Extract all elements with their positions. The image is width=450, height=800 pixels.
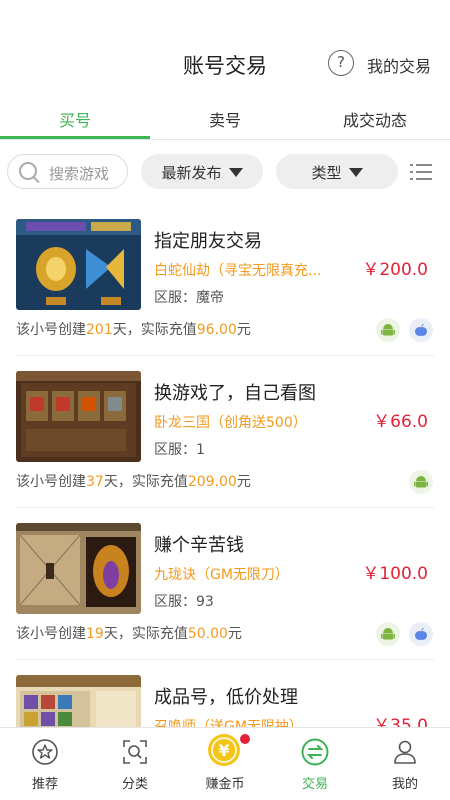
android-icon (376, 318, 400, 342)
listing-title: 成品号，低价处理 (154, 687, 298, 708)
game-screenshot (16, 371, 141, 462)
listing-item[interactable]: 指定朋友交易 白蛇仙劫（寻宝无限真充... ￥200.0 区服：魔帝 该小号创建… (0, 205, 450, 357)
account-days: 37 (86, 474, 104, 490)
listing-title: 赚个辛苦钱 (154, 535, 244, 556)
caret-down-icon (348, 168, 363, 177)
recharge-amount: 209.00 (187, 474, 237, 490)
listing-item[interactable]: 赚个辛苦钱 九珑诀（GM无限刀） ￥100.0 区服：93 该小号创建19天，实… (0, 509, 450, 661)
caret-down-icon (228, 168, 243, 177)
search-icon (19, 162, 37, 180)
listing-price: ￥100.0 (362, 564, 428, 584)
apple-icon (409, 318, 433, 342)
listing-title: 换游戏了，自己看图 (154, 383, 316, 404)
sort-dropdown[interactable]: 最新发布 (141, 154, 263, 189)
type-label: 类型 (311, 164, 342, 182)
notification-badge (240, 734, 250, 744)
listing-price: ￥35.0 (373, 716, 428, 727)
star-icon (32, 739, 58, 765)
search-input[interactable]: 搜索游戏 (7, 154, 128, 189)
divider (16, 507, 434, 508)
trade-tabs: 买号 卖号 成交动态 (0, 96, 450, 140)
game-name: 白蛇仙劫（寻宝无限真充... (154, 263, 322, 279)
divider (16, 659, 434, 660)
listing-item[interactable]: 换游戏了，自己看图 卧龙三国（创角送500） ￥66.0 区服：1 该小号创建3… (0, 357, 450, 509)
android-icon (376, 622, 400, 646)
listing-item[interactable]: 成品号，低价处理 召唤师（送GM无限抽） ￥35.0 (0, 661, 450, 727)
type-dropdown[interactable]: 类型 (276, 154, 398, 189)
filter-bar: 搜索游戏 最新发布 类型 (0, 152, 450, 192)
nav-recommend[interactable]: 推荐 (0, 728, 90, 800)
android-icon (409, 470, 433, 494)
account-days: 201 (86, 322, 113, 338)
search-placeholder: 搜索游戏 (49, 165, 110, 183)
server-label: 区服：1 (154, 442, 205, 458)
exchange-icon (301, 738, 329, 766)
listing-title: 指定朋友交易 (154, 231, 262, 252)
game-screenshot (16, 675, 141, 727)
recharge-amount: 96.00 (196, 322, 237, 338)
game-name: 九珑诀（GM无限刀） (154, 567, 289, 583)
nav-earn-coins[interactable]: ¥ 赚金币 (180, 728, 270, 800)
tab-deal-feed[interactable]: 成交动态 (300, 107, 450, 131)
tab-buy[interactable]: 买号 (0, 107, 150, 131)
tab-active-indicator (0, 136, 150, 139)
list-view-icon[interactable] (410, 163, 432, 181)
game-name: 卧龙三国（创角送500） (154, 415, 307, 431)
user-icon (394, 740, 416, 764)
account-info: 该小号创建201天，实际充值96.00元 (16, 322, 251, 338)
listing-price: ￥66.0 (373, 412, 428, 432)
help-icon[interactable]: ? (328, 50, 354, 76)
svg-text:¥: ¥ (218, 741, 229, 760)
gold-coin-icon: ¥ (208, 734, 240, 766)
recharge-amount: 50.00 (187, 626, 228, 642)
nav-mine[interactable]: 我的 (360, 728, 450, 800)
listing-list: 指定朋友交易 白蛇仙劫（寻宝无限真充... ￥200.0 区服：魔帝 该小号创建… (0, 205, 450, 727)
nav-trade[interactable]: 交易 (270, 728, 360, 800)
top-header: 账号交易 ? 我的交易 (0, 0, 450, 96)
listing-price: ￥200.0 (362, 260, 428, 280)
apple-icon (409, 622, 433, 646)
server-label: 区服：93 (154, 594, 214, 610)
game-screenshot (16, 523, 141, 614)
account-info: 该小号创建19天，实际充值50.00元 (16, 626, 242, 642)
server-label: 区服：魔帝 (154, 290, 224, 306)
game-screenshot (16, 219, 141, 310)
account-days: 19 (86, 626, 104, 642)
tab-sell[interactable]: 卖号 (150, 107, 300, 131)
bottom-nav: 推荐 分类 ¥ 赚金币 交易 我的 (0, 727, 450, 800)
game-name: 召唤师（送GM无限抽） (154, 719, 303, 727)
sort-label: 最新发布 (161, 164, 222, 182)
account-info: 该小号创建37天，实际充值209.00元 (16, 474, 251, 490)
category-search-icon (123, 740, 147, 764)
divider (16, 355, 434, 356)
nav-category[interactable]: 分类 (90, 728, 180, 800)
my-trade-link[interactable]: 我的交易 (367, 53, 431, 77)
